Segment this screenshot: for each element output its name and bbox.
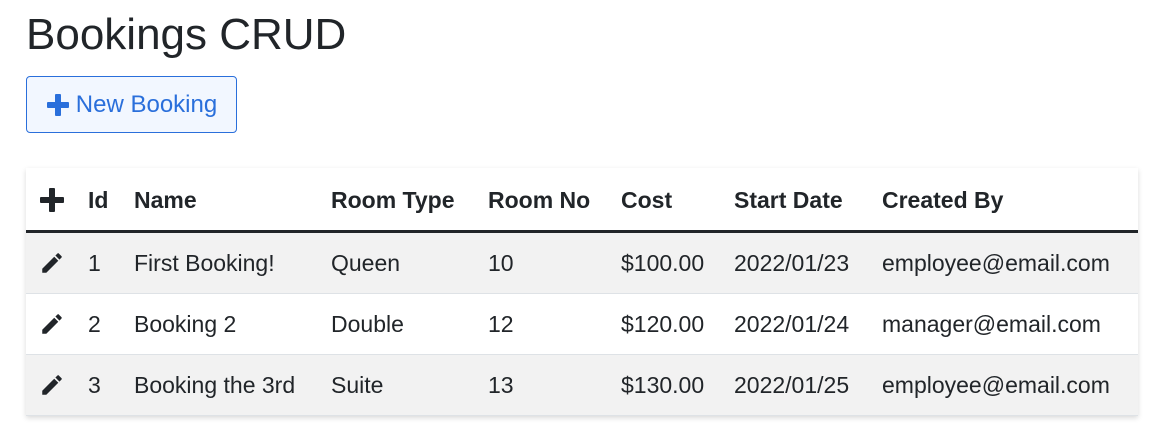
cell-cost: $130.00	[621, 354, 734, 416]
new-booking-label: New Booking	[75, 90, 218, 118]
cell-start-date: 2022/01/24	[734, 293, 882, 355]
table-header: Id Name Room Type Room No Cost Start Dat…	[26, 168, 1138, 233]
cell-room-type: Double	[331, 293, 488, 355]
cell-created-by: employee@email.com	[882, 354, 1138, 416]
table-row: 2 Booking 2 Double 12 $120.00 2022/01/24…	[26, 293, 1138, 355]
cell-id: 3	[88, 354, 134, 416]
page-title: Bookings CRUD	[26, 10, 347, 59]
cell-room-no: 12	[488, 293, 621, 355]
table-row: 3 Booking the 3rd Suite 13 $130.00 2022/…	[26, 354, 1138, 416]
column-header-name[interactable]: Name	[134, 168, 331, 233]
bookings-table-container: Id Name Room Type Room No Cost Start Dat…	[26, 168, 1138, 416]
pencil-icon[interactable]	[39, 311, 65, 337]
row-actions-cell	[26, 231, 88, 294]
table-body: 1 First Booking! Queen 10 $100.00 2022/0…	[26, 231, 1138, 416]
cell-room-type: Queen	[331, 231, 488, 294]
pencil-icon[interactable]	[39, 372, 65, 398]
plus-icon[interactable]	[40, 188, 64, 212]
cell-room-no: 13	[488, 354, 621, 416]
cell-created-by: manager@email.com	[882, 293, 1138, 355]
cell-start-date: 2022/01/23	[734, 231, 882, 294]
cell-cost: $100.00	[621, 231, 734, 294]
pencil-icon[interactable]	[39, 250, 65, 276]
column-header-start-date[interactable]: Start Date	[734, 168, 882, 233]
row-actions-cell	[26, 354, 88, 416]
cell-name: Booking the 3rd	[134, 354, 331, 416]
cell-created-by: employee@email.com	[882, 231, 1138, 294]
column-header-id[interactable]: Id	[88, 168, 134, 233]
cell-id: 2	[88, 293, 134, 355]
new-booking-button[interactable]: New Booking	[26, 76, 237, 133]
bookings-table: Id Name Room Type Room No Cost Start Dat…	[26, 168, 1138, 416]
cell-cost: $120.00	[621, 293, 734, 355]
cell-start-date: 2022/01/25	[734, 354, 882, 416]
table-row: 1 First Booking! Queen 10 $100.00 2022/0…	[26, 231, 1138, 294]
cell-id: 1	[88, 231, 134, 294]
cell-room-no: 10	[488, 231, 621, 294]
column-header-cost[interactable]: Cost	[621, 168, 734, 233]
cell-room-type: Suite	[331, 354, 488, 416]
column-header-room-no[interactable]: Room No	[488, 168, 621, 233]
cell-name: First Booking!	[134, 231, 331, 294]
plus-icon	[46, 93, 70, 117]
cell-name: Booking 2	[134, 293, 331, 355]
add-column-header	[26, 168, 88, 233]
column-header-created-by[interactable]: Created By	[882, 168, 1138, 233]
row-actions-cell	[26, 293, 88, 355]
table-header-row: Id Name Room Type Room No Cost Start Dat…	[26, 168, 1138, 233]
column-header-room-type[interactable]: Room Type	[331, 168, 488, 233]
